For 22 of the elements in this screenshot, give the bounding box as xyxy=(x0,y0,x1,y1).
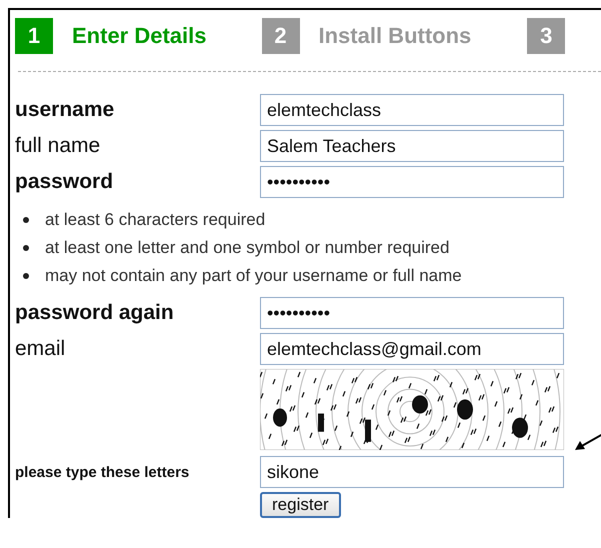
field-label: full name xyxy=(15,134,102,158)
input-field[interactable]: •••••••••• xyxy=(260,166,564,198)
step-label: Enter Details xyxy=(72,23,206,49)
captcha-label: please type these letters xyxy=(15,464,190,480)
password-rule: at least one letter and one symbol or number required xyxy=(45,238,450,258)
input-field[interactable]: elemtechclass@gmail.com xyxy=(260,333,564,365)
step-number: 1 xyxy=(15,18,53,54)
field-label: username xyxy=(15,98,116,122)
input-field[interactable]: sikone xyxy=(260,456,564,488)
password-rule: may not contain any part of your username or full name xyxy=(45,266,462,286)
field-label: password again xyxy=(15,301,175,325)
arrow-icon xyxy=(574,432,601,452)
step-number: 2 xyxy=(262,18,300,54)
step-label: Install Buttons xyxy=(318,23,472,49)
field-label: password xyxy=(15,170,114,194)
password-rule: at least 6 characters required xyxy=(45,210,266,230)
register-button[interactable]: register xyxy=(260,492,341,518)
input-field[interactable]: elemtechclass xyxy=(260,94,564,126)
field-label: email xyxy=(15,337,66,361)
step-number: 3 xyxy=(527,18,566,54)
input-field[interactable]: Salem Teachers xyxy=(260,130,564,162)
input-field[interactable]: •••••••••• xyxy=(260,297,564,329)
